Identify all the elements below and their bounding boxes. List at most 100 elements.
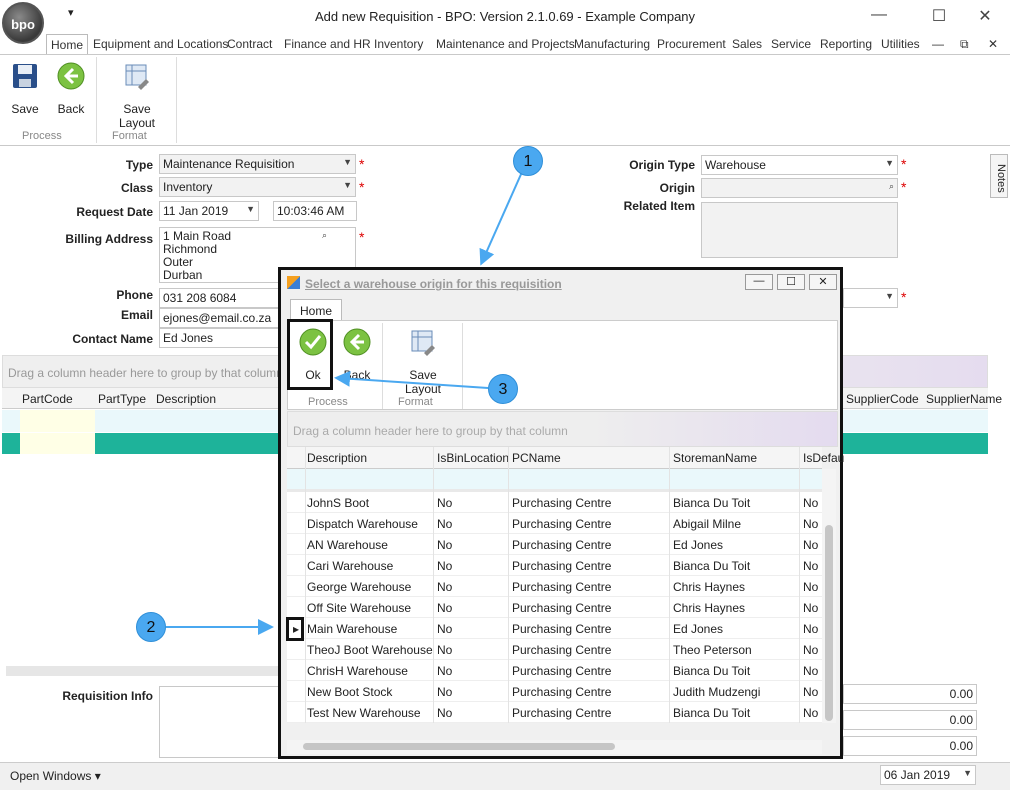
tab-reporting[interactable]: Reporting [820, 37, 872, 51]
table-row[interactable]: George Warehouse No Purchasing Centre Chris… [287, 576, 822, 597]
class-select[interactable]: Inventory ▼ [159, 177, 356, 197]
chevron-down-icon: ▼ [246, 204, 255, 214]
bg-col-suppliercode[interactable]: SupplierCode [846, 392, 919, 406]
save-layout-button[interactable]: Save Layout [104, 61, 170, 130]
open-windows-button[interactable]: Open Windows ▾ [10, 769, 101, 783]
col-storemanname[interactable]: StoremanName [673, 451, 757, 465]
bg-col-suppliername[interactable]: SupplierName [926, 392, 1002, 406]
phone-value: 031 208 6084 [163, 291, 237, 305]
tab-procurement[interactable]: Procurement [657, 37, 726, 51]
bg-col-partcode[interactable]: PartCode [22, 392, 73, 406]
minimize-icon[interactable]: — [864, 6, 894, 24]
horizontal-scrollbar-thumb[interactable] [303, 743, 615, 750]
table-cell: No [437, 559, 453, 573]
quick-access-dropdown-icon[interactable]: ▾ [68, 6, 74, 19]
grid-line [508, 447, 509, 723]
bg-new-cell[interactable] [20, 433, 95, 454]
dialog-close-icon[interactable]: ✕ [809, 274, 837, 290]
dialog-group-panel[interactable]: Drag a column header here to group by th… [287, 411, 838, 447]
contact-name-field[interactable]: Ed Jones [159, 328, 279, 348]
chevron-down-icon: ▼ [885, 291, 894, 301]
col-isdefault[interactable]: IsDefau [803, 451, 844, 465]
ribbon-minimize-icon[interactable]: — [932, 37, 944, 51]
total-field: 0.00 [843, 736, 977, 756]
tab-home[interactable]: Home [46, 34, 89, 55]
table-row[interactable]: AN Warehouse No Purchasing Centre Ed Jones N… [287, 534, 822, 555]
dialog-filter-row[interactable] [287, 469, 822, 489]
phone-field[interactable]: 031 208 6084 [159, 288, 279, 308]
tab-manufacturing[interactable]: Manufacturing [574, 37, 650, 51]
table-row[interactable]: ▸ Main Warehouse No Purchasing Centre Ed Jon… [287, 618, 822, 639]
dialog-group-process: Process [308, 396, 348, 408]
save-button[interactable]: Save [8, 61, 42, 116]
ribbon-close-icon[interactable]: ✕ [988, 37, 998, 51]
dialog-maximize-icon[interactable]: ☐ [777, 274, 805, 290]
table-cell: No [437, 664, 453, 678]
tab-inventory[interactable]: Inventory [374, 37, 423, 51]
dialog-tab-home[interactable]: Home [290, 299, 343, 321]
table-row[interactable]: TheoJ Boot Warehouse No Purchasing Centre T… [287, 639, 822, 660]
table-row[interactable]: Off Site Warehouse No Purchasing Centre Chr… [287, 597, 822, 618]
origin-field[interactable]: ⌕ [701, 178, 898, 198]
vertical-scrollbar-thumb[interactable] [825, 525, 833, 721]
related-item-field[interactable] [701, 202, 898, 258]
tab-service[interactable]: Service [771, 37, 811, 51]
callout-2: 2 [136, 612, 166, 642]
grid-line [305, 447, 306, 723]
search-icon[interactable]: ⌕ [322, 229, 327, 242]
request-time-spinner[interactable]: 10:03:46 AM [273, 201, 357, 221]
group-separator [382, 323, 383, 409]
hidden-select[interactable]: ▼ [843, 288, 898, 308]
table-cell: Abigail Milne [673, 517, 742, 531]
table-row[interactable]: ChrisH Warehouse No Purchasing Centre Bianc… [287, 660, 822, 681]
tab-sales[interactable]: Sales [732, 37, 762, 51]
col-description[interactable]: Description [307, 451, 367, 465]
table-cell: Purchasing Centre [512, 643, 612, 657]
email-label: Email [120, 308, 153, 322]
tab-maintenance[interactable]: Maintenance and Projects [436, 37, 575, 51]
app-logo[interactable]: bpo [2, 2, 44, 44]
table-row[interactable]: Dispatch Warehouse No Purchasing Centre Abi… [287, 513, 822, 534]
dialog-minimize-icon[interactable]: — [745, 274, 773, 290]
table-cell: No [803, 496, 819, 510]
table-cell: No [803, 685, 819, 699]
logo-text: bpo [11, 17, 35, 32]
type-select[interactable]: Maintenance Requisition ▼ [159, 154, 356, 174]
request-date-picker[interactable]: 11 Jan 2019 ▼ [159, 201, 259, 221]
bg-col-parttype[interactable]: PartType [98, 392, 146, 406]
tab-contract[interactable]: Contract [227, 37, 272, 51]
status-date-value: 06 Jan 2019 [884, 768, 951, 782]
dialog-back-button[interactable]: Back [340, 327, 374, 382]
bg-col-description[interactable]: Description [156, 392, 216, 406]
table-cell: Bianca Du Toit [673, 706, 751, 720]
tab-finance[interactable]: Finance and HR [284, 37, 371, 51]
requisition-info-field[interactable] [159, 686, 279, 758]
bg-horizontal-scrollbar[interactable] [6, 666, 281, 676]
required-marker: * [359, 229, 365, 245]
maximize-icon[interactable]: ☐ [924, 6, 954, 26]
back-button[interactable]: Back [54, 61, 88, 116]
chevron-down-icon: ▼ [963, 768, 972, 778]
horizontal-scrollbar[interactable] [287, 740, 822, 754]
table-row[interactable]: Test New Warehouse No Purchasing Centre Bia… [287, 702, 822, 723]
close-icon[interactable]: ✕ [970, 6, 1000, 26]
table-row[interactable]: JohnS Boot No Purchasing Centre Bianca Du T… [287, 492, 822, 513]
ribbon-restore-icon[interactable]: ⧉ [960, 37, 969, 52]
table-row[interactable]: Cari Warehouse No Purchasing Centre Bianca … [287, 555, 822, 576]
col-pcname[interactable]: PCName [512, 451, 561, 465]
bg-filter-cell[interactable] [20, 410, 95, 432]
email-field[interactable]: ejones@email.co.za [159, 308, 279, 328]
status-date-picker[interactable]: 06 Jan 2019 ▼ [880, 765, 976, 785]
origin-type-select[interactable]: Warehouse ▼ [701, 155, 898, 175]
tab-utilities[interactable]: Utilities [881, 37, 920, 51]
request-date-value: 11 Jan 2019 [163, 204, 229, 218]
dialog-save-layout-button[interactable]: Save Layout [390, 327, 456, 396]
notes-tab[interactable]: Notes [990, 154, 1008, 198]
save-label: Save [11, 102, 39, 116]
tab-equipment[interactable]: Equipment and Locations [93, 37, 228, 51]
table-row[interactable]: New Boot Stock No Purchasing Centre Judith … [287, 681, 822, 702]
vertical-scrollbar[interactable] [822, 469, 836, 723]
search-icon[interactable]: ⌕ [889, 181, 894, 192]
col-isbinlocation[interactable]: IsBinLocation [437, 451, 509, 465]
contact-name-label: Contact Name [72, 332, 153, 346]
